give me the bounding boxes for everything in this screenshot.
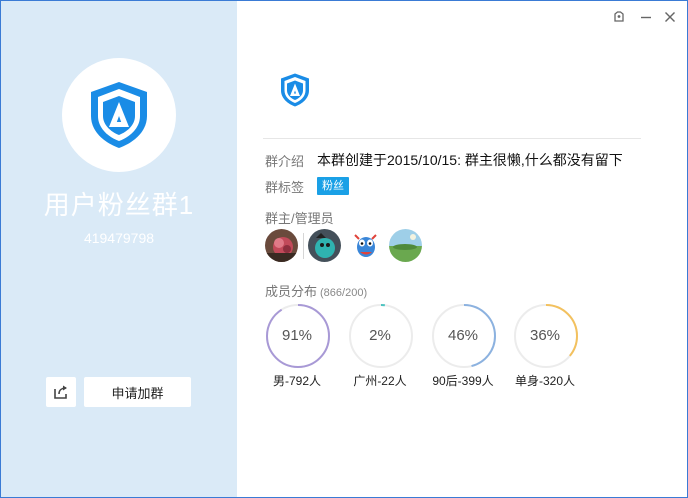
- admin-avatar-image: [349, 229, 382, 262]
- group-number: 419479798: [83, 230, 155, 246]
- close-button[interactable]: [662, 9, 678, 25]
- skin-icon: [614, 11, 624, 22]
- minimize-button[interactable]: [638, 9, 654, 25]
- admins-label: 群主/管理员: [265, 211, 334, 226]
- member-count: (866/200): [320, 287, 368, 299]
- intro-label: 群介绍: [265, 154, 305, 169]
- admin-avatar[interactable]: [389, 229, 422, 262]
- share-button[interactable]: [46, 377, 76, 407]
- skin-button[interactable]: [611, 9, 627, 25]
- stat-label: 广州-22人: [353, 374, 407, 388]
- stat-percent: 2%: [369, 327, 391, 344]
- group-avatar: [62, 58, 176, 172]
- admin-avatar[interactable]: [349, 229, 382, 262]
- divider: [263, 138, 641, 139]
- close-icon: [665, 12, 675, 22]
- distribution-title: 成员分布: [265, 284, 318, 299]
- app-logo: [279, 72, 311, 113]
- stat-label: 单身-320人: [514, 374, 576, 388]
- group-sidebar: 用户粉丝群1 419479798 申请加群: [1, 1, 237, 497]
- admin-avatar-image: [308, 229, 341, 262]
- admin-avatar-image: [389, 229, 422, 262]
- admin-avatar[interactable]: [308, 229, 341, 262]
- stat-label: 男-792人: [272, 374, 322, 388]
- stat-percent: 91%: [281, 327, 313, 344]
- tags-label: 群标签: [265, 180, 305, 195]
- owner-avatar[interactable]: [265, 229, 298, 262]
- stat-percent: 36%: [529, 327, 561, 344]
- group-profile-window: 用户粉丝群1 419479798 申请加群 群介绍 本群创建于2015/10/1…: [0, 0, 688, 498]
- minimize-icon: [641, 16, 651, 19]
- stat-label: 90后-399人: [432, 374, 494, 388]
- stat-percent: 46%: [447, 327, 479, 344]
- group-logo-icon: [91, 82, 147, 148]
- join-group-button[interactable]: 申请加群: [84, 377, 191, 407]
- admin-separator: [303, 233, 304, 259]
- intro-text: 本群创建于2015/10/15: 群主很懒,什么都没有留下: [317, 152, 623, 168]
- share-icon: [54, 385, 67, 399]
- shield-logo-icon: [281, 73, 309, 107]
- group-name: 用户粉丝群1: [43, 190, 195, 220]
- distribution-label: 成员分布 (866/200): [265, 281, 367, 300]
- group-tag[interactable]: 粉丝: [317, 177, 349, 195]
- owner-avatar-image: [265, 229, 298, 262]
